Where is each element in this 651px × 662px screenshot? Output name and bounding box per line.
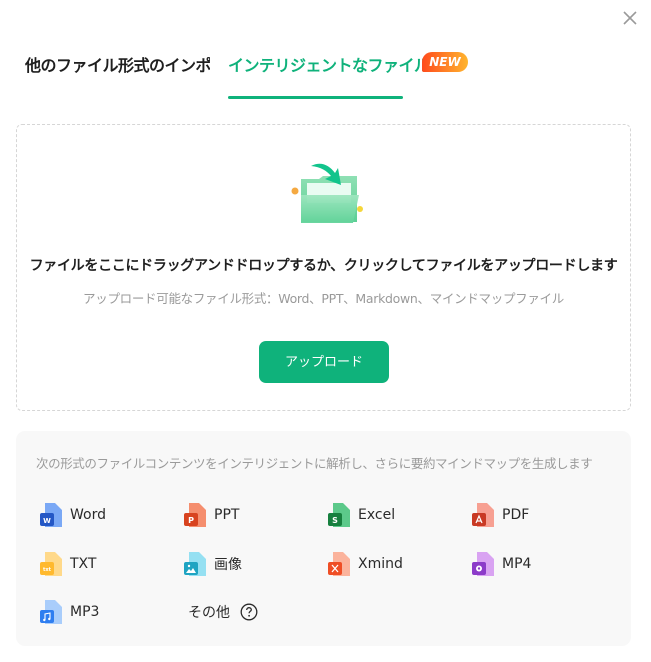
format-label: PPT [214,507,240,523]
format-item-txt: txt TXT [40,552,96,576]
tab-smart-file[interactable]: インテリジェントなファイル... [228,52,447,76]
format-label: TXT [70,556,97,572]
file-dropzone[interactable]: ファイルをここにドラッグアンドドロップするか、クリックしてファイルをアップロード… [16,124,631,411]
format-label: PDF [502,507,530,523]
format-item-ppt: P PPT [184,503,239,527]
format-item-xmind: Xmind [328,552,403,576]
format-label: Excel [358,507,396,523]
tab-bar: 他のファイル形式のインポ... インテリジェントなファイル... NEW [25,52,625,100]
format-label: Word [70,507,106,523]
upload-button[interactable]: アップロード [259,341,389,383]
format-label: MP3 [70,604,100,620]
format-label: その他 [188,605,230,621]
format-item-other: その他 [188,600,258,624]
dropzone-title: ファイルをここにドラッグアンドドロップするか、クリックしてファイルをアップロード… [29,258,618,274]
close-button[interactable] [620,8,640,28]
format-label: MP4 [502,556,532,572]
txt-file-icon: txt [40,552,62,576]
format-item-excel: S Excel [328,503,395,527]
active-tab-indicator [228,96,403,99]
mp3-file-icon [40,600,62,624]
new-badge: NEW [422,52,468,72]
svg-text:S: S [332,516,338,525]
excel-file-icon: S [328,503,350,527]
format-item-mp3: MP3 [40,600,99,624]
ppt-file-icon: P [184,503,206,527]
format-item-word: W Word [40,503,106,527]
svg-text:txt: txt [43,567,52,573]
format-item-pdf: PDF [472,503,529,527]
formats-description: 次の形式のファイルコンテンツをインテリジェントに解析し、さらに要約マインドマップ… [36,456,593,471]
format-label: Xmind [358,556,403,572]
image-file-icon [184,552,206,576]
mp4-file-icon [472,552,494,576]
format-label: 画像 [214,557,242,573]
pdf-file-icon [472,503,494,527]
help-icon[interactable] [240,603,258,621]
xmind-file-icon [328,552,350,576]
close-icon [623,11,637,25]
format-item-mp4: MP4 [472,552,531,576]
format-item-image: 画像 [184,552,242,576]
dropzone-supported-formats: アップロード可能なファイル形式：Word、PPT、Markdown、マインドマッ… [83,291,564,306]
word-file-icon: W [40,503,62,527]
folder-upload-icon [291,163,363,223]
svg-text:W: W [43,517,51,525]
svg-text:P: P [188,516,194,525]
supported-formats-panel: 次の形式のファイルコンテンツをインテリジェントに解析し、さらに要約マインドマップ… [16,431,631,646]
tab-import-other-formats[interactable]: 他のファイル形式のインポ... [25,52,210,76]
